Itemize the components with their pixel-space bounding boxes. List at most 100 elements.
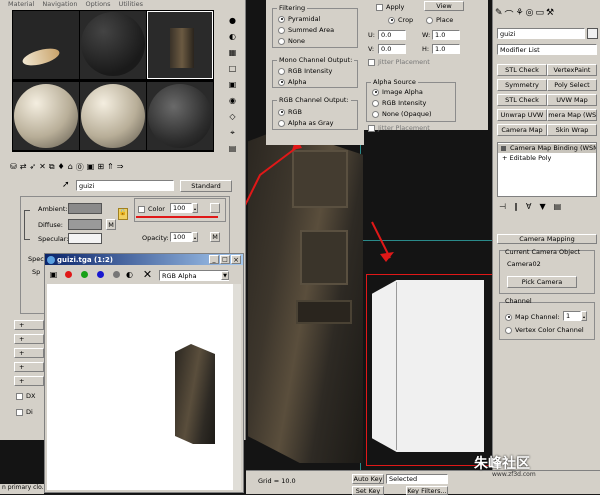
channel-dropdown[interactable]: RGB Alpha (159, 270, 229, 281)
video-check-icon[interactable]: ▣ (226, 78, 239, 91)
modifier-skin-wrap-button[interactable]: Skin Wrap (547, 124, 597, 136)
material-name-field[interactable]: guizi (76, 180, 174, 191)
filter-none[interactable]: None (278, 37, 305, 45)
mono-icon[interactable]: ◐ (123, 268, 136, 281)
preview-icon[interactable]: ◉ (226, 94, 239, 107)
bitmap-scrollbar[interactable] (233, 284, 241, 490)
maximize-button[interactable]: □ (220, 255, 230, 264)
camera-mapping-rollout-header[interactable]: Camera Mapping (497, 234, 597, 244)
jitter-placement-checkbox[interactable]: Jitter Placement (368, 58, 430, 66)
dx-checkbox[interactable]: DX (16, 392, 35, 400)
remove-modifier-icon[interactable]: ▼ (539, 202, 545, 214)
background-icon[interactable]: ▦ (226, 46, 239, 59)
rollout-collapsed[interactable]: + (14, 348, 44, 358)
map-channel-radio[interactable]: Map Channel: (505, 313, 560, 321)
alpha-rgb-intensity[interactable]: RGB Intensity (372, 99, 426, 107)
menu-utilities[interactable]: Utilities (119, 0, 143, 9)
rollout-collapsed[interactable]: + (14, 376, 44, 386)
h-field[interactable]: 1.0 (432, 44, 460, 54)
blue-channel-icon[interactable] (97, 271, 104, 278)
self-illum-map-button[interactable] (210, 203, 220, 213)
diffuse-swatch[interactable] (68, 219, 102, 230)
hierarchy-tab-icon[interactable]: ⚘ (516, 8, 524, 22)
display-tab-icon[interactable]: ▭ (536, 8, 545, 22)
sample-type-icon[interactable]: ● (226, 14, 239, 27)
modifier-symmetry-button[interactable]: Symmetry (497, 79, 547, 91)
lock-icon[interactable]: 🔒 (118, 208, 128, 220)
pick-camera-button[interactable]: Pick Camera (507, 276, 577, 288)
opacity-spinner[interactable]: ▴ (192, 232, 198, 242)
mono-alpha[interactable]: Alpha (278, 78, 306, 86)
save-icon[interactable]: ▣ (47, 268, 60, 281)
modifier-stl-check-button[interactable]: STL Check (497, 64, 547, 76)
utilities-tab-icon[interactable]: ⚒ (546, 8, 554, 22)
self-illum-value[interactable]: 100 (170, 203, 192, 213)
w-field[interactable]: 1.0 (432, 30, 460, 40)
material-id-icon[interactable]: ⓪ (76, 162, 84, 176)
create-tab-icon[interactable]: ✎ (495, 8, 503, 22)
pick-material-icon[interactable]: ➚ (62, 180, 70, 190)
sample-slot[interactable] (13, 11, 79, 79)
alpha-none[interactable]: None (Opaque) (372, 110, 432, 118)
view-image-button[interactable]: View (424, 1, 464, 11)
alpha-channel-icon[interactable] (113, 271, 120, 278)
object-color-swatch[interactable] (587, 28, 598, 39)
modifier-unwrap-uvw-button[interactable]: Unwrap UVW (497, 109, 547, 121)
options-icon[interactable]: ◇ (226, 110, 239, 123)
stack-item-camera-map-binding[interactable]: Camera Map Binding (WSM) (498, 144, 596, 153)
stack-bulb-icon[interactable] (501, 146, 506, 151)
put-to-scene-icon[interactable]: ⇄ (20, 162, 27, 176)
rgb-output-rgb[interactable]: RGB (278, 108, 302, 116)
u-field[interactable]: 0.0 (378, 30, 406, 40)
show-end-result-icon[interactable]: ∥ (514, 202, 518, 214)
ambient-swatch[interactable] (68, 203, 102, 214)
place-radio[interactable]: Place (426, 16, 453, 24)
pin-stack-icon[interactable]: ⊣ (499, 202, 506, 214)
opacity-value[interactable]: 100 (170, 232, 192, 242)
ambient-diffuse-lock-icon[interactable] (24, 210, 30, 240)
show-end-result-icon[interactable]: ⊞ (97, 162, 104, 176)
chevron-down-icon[interactable]: ▼ (221, 271, 229, 280)
modifier-list-dropdown[interactable]: Modifier List (497, 44, 597, 55)
filter-pyramidal[interactable]: Pyramidal (278, 15, 320, 23)
stack-item-editable-poly[interactable]: + Editable Poly (498, 154, 596, 163)
object-name-field[interactable]: guizi (497, 28, 585, 39)
auto-key-button[interactable]: Auto Key (352, 474, 384, 484)
configure-modifier-sets-icon[interactable]: ▤ (554, 202, 562, 214)
copy-material-icon[interactable]: ⧉ (49, 162, 55, 176)
di-checkbox[interactable]: Di (16, 408, 33, 416)
opacity-map-button[interactable]: M (210, 232, 220, 242)
jitter-placement-checkbox-2[interactable]: Jitter Placement (368, 124, 430, 132)
minimize-button[interactable]: _ (209, 255, 219, 264)
map-channel-field[interactable]: 1 (563, 311, 581, 321)
modifier-camera-map-wsm-button[interactable]: Camera Map (WSM) (547, 109, 597, 121)
close-button[interactable]: × (231, 255, 241, 264)
mono-rgb-intensity[interactable]: RGB Intensity (278, 67, 332, 75)
menu-navigation[interactable]: Navigation (42, 0, 77, 9)
selection-set-dropdown[interactable]: Selected (386, 474, 448, 484)
make-unique-icon[interactable]: ♦ (58, 162, 65, 176)
specular-swatch[interactable] (68, 233, 102, 244)
modifier-poly-select-button[interactable]: Poly Select (547, 79, 597, 91)
material-type-button[interactable]: Standard (180, 180, 232, 192)
modifier-vertexpaint-button[interactable]: VertexPaint (547, 64, 597, 76)
get-material-icon[interactable]: ⛁ (10, 162, 17, 176)
go-parent-icon[interactable]: ⇑ (107, 162, 114, 176)
diffuse-map-button[interactable]: M (106, 219, 116, 230)
rollout-collapsed[interactable]: + (14, 334, 44, 344)
show-map-icon[interactable]: ▣ (87, 162, 95, 176)
modify-tab-icon[interactable]: ⌒ (505, 8, 514, 22)
nav-icon[interactable]: ▤ (226, 142, 239, 155)
modifier-camera-map-button[interactable]: Camera Map (497, 124, 547, 136)
modifier-stl-check-button-2[interactable]: STL Check (497, 94, 547, 106)
map-channel-spinner[interactable]: ▴ (581, 311, 587, 321)
v-field[interactable]: 0.0 (378, 44, 406, 54)
assign-material-icon[interactable]: ➶ (29, 162, 36, 176)
rollout-collapsed[interactable]: + (14, 362, 44, 372)
uv-tiling-icon[interactable]: □ (226, 62, 239, 75)
go-sibling-icon[interactable]: ⇒ (117, 162, 124, 176)
apply-checkbox[interactable]: Apply (376, 3, 404, 11)
make-unique-icon[interactable]: ∀ (526, 202, 531, 214)
reset-icon[interactable]: ✕ (39, 162, 46, 176)
red-channel-icon[interactable] (65, 271, 72, 278)
